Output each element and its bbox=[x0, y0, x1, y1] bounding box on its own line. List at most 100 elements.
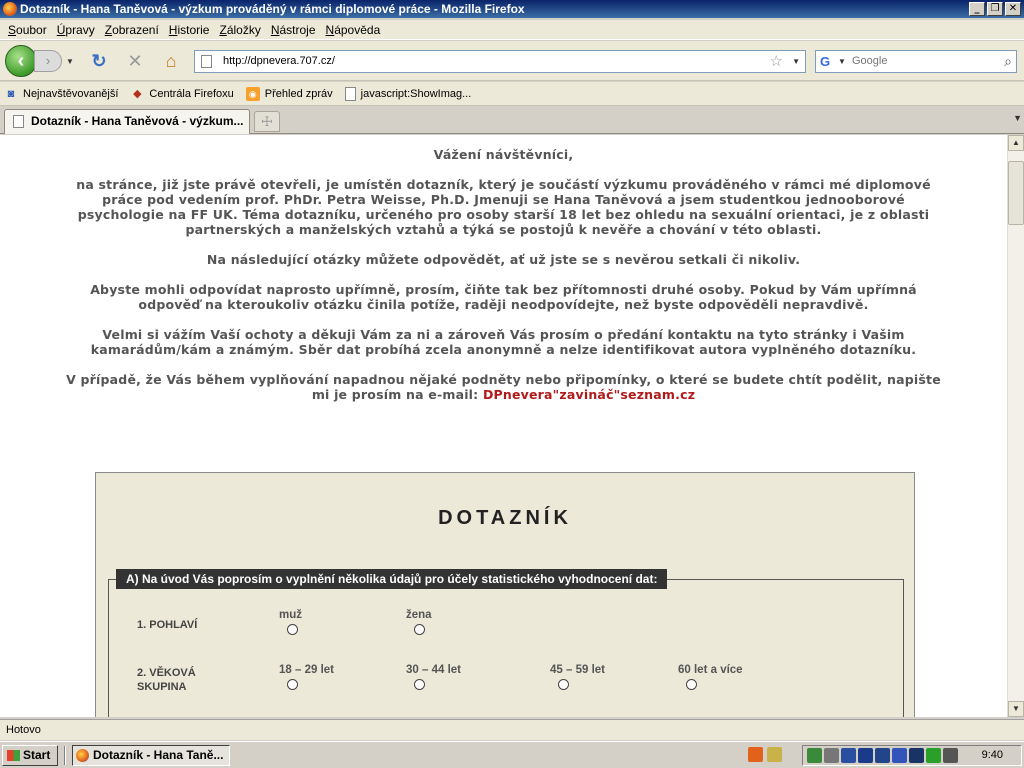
google-icon[interactable]: G bbox=[820, 54, 836, 70]
radio-zena[interactable] bbox=[414, 624, 425, 635]
page-content: Vážení návštěvníci, na stránce, již jste… bbox=[0, 135, 1007, 717]
network-icon[interactable] bbox=[807, 748, 822, 763]
bookmark-firefox-central[interactable]: ◆ Centrála Firefoxu bbox=[130, 87, 234, 101]
task-label: Dotazník - Hana Taně... bbox=[93, 748, 224, 762]
bookmark-star-icon[interactable]: ☆ bbox=[770, 51, 783, 72]
scroll-down-button[interactable]: ▼ bbox=[1008, 701, 1024, 717]
intro-paragraph-4: Velmi si vážím Vaší ochoty a děkuji Vám … bbox=[90, 327, 917, 357]
back-button[interactable]: ‹ bbox=[5, 45, 37, 77]
bookmark-label: Nejnavštěvovanější bbox=[23, 87, 119, 100]
display-icon[interactable] bbox=[858, 748, 873, 763]
shield-icon[interactable] bbox=[909, 748, 924, 763]
scroll-thumb[interactable] bbox=[1008, 161, 1024, 225]
option-30-44: 30 – 44 let bbox=[406, 664, 461, 690]
option-label: žena bbox=[406, 609, 432, 621]
radio-muz[interactable] bbox=[287, 624, 298, 635]
menu-historie[interactable]: Historie bbox=[164, 23, 215, 37]
bookmark-javascript[interactable]: javascript:ShowImag... bbox=[344, 86, 472, 101]
section-a-fieldset: A) Na úvod Vás poprosím o vyplnění někol… bbox=[108, 569, 904, 717]
option-label: 18 – 29 let bbox=[279, 664, 334, 676]
stop-icon[interactable]: ✕ bbox=[124, 50, 146, 72]
option-18-29: 18 – 29 let bbox=[279, 664, 334, 690]
tab-strip: Dotazník - Hana Taněvová - výzkum... ☩ ▼ bbox=[0, 107, 1024, 134]
menu-zalozky[interactable]: Záložky bbox=[214, 23, 265, 37]
url-text: http://dpnevera.707.cz/ bbox=[223, 55, 335, 67]
search-input[interactable]: G ▼ Google ⌕ bbox=[815, 50, 1017, 73]
page-icon bbox=[201, 55, 212, 68]
menu-soubor[interactable]: Soubor bbox=[3, 23, 52, 37]
tab-dotaznik[interactable]: Dotazník - Hana Taněvová - výzkum... bbox=[4, 109, 250, 134]
menu-zobrazeni[interactable]: Zobrazení bbox=[100, 23, 164, 37]
form-title: DOTAZNÍK bbox=[438, 507, 572, 529]
firefox-icon bbox=[3, 2, 17, 16]
taskbar-firefox-window[interactable]: Dotazník - Hana Taně... bbox=[72, 745, 230, 766]
maximize-button[interactable]: ❐ bbox=[987, 2, 1003, 16]
new-tab-button[interactable]: ☩ bbox=[254, 111, 280, 132]
firefox-quicklaunch-icon[interactable] bbox=[748, 747, 763, 762]
window-title: Dotazník - Hana Taněvová - výzkum provád… bbox=[20, 2, 525, 16]
section-a-legend: A) Na úvod Vás poprosím o vyplnění někol… bbox=[116, 569, 668, 589]
vertical-scrollbar[interactable]: ▲ ▼ bbox=[1007, 135, 1024, 717]
questionnaire-form: DOTAZNÍK A) Na úvod Vás poprosím o vypln… bbox=[95, 472, 915, 717]
status-bar: Hotovo bbox=[0, 719, 1024, 740]
menu-napoveda[interactable]: Nápověda bbox=[321, 23, 386, 37]
page-icon bbox=[13, 115, 24, 128]
question-2-label: 2. VĚKOVÁ SKUPINA bbox=[137, 666, 196, 694]
tab-list-dropdown-icon[interactable]: ▼ bbox=[1013, 113, 1022, 123]
most-visited-icon: ◙ bbox=[7, 87, 15, 100]
clock: 9:40 bbox=[981, 749, 1003, 761]
url-bar[interactable]: http://dpnevera.707.cz/ ☆ ▼ bbox=[194, 50, 806, 73]
antivirus-icon[interactable] bbox=[841, 748, 856, 763]
tab-label: Dotazník - Hana Taněvová - výzkum... bbox=[31, 114, 244, 128]
intro-text: Vážení návštěvníci, na stránce, již jste… bbox=[60, 147, 947, 417]
question-1-label: 1. POHLAVÍ bbox=[137, 619, 198, 631]
forward-button[interactable]: › bbox=[34, 50, 62, 72]
bookmark-label: Přehled zpráv bbox=[264, 87, 333, 100]
menu-bar: Soubor Úpravy Zobrazení Historie Záložky… bbox=[0, 20, 1024, 40]
windows-logo-icon bbox=[7, 750, 20, 761]
option-45-59: 45 – 59 let bbox=[550, 664, 605, 690]
page-icon bbox=[344, 86, 356, 101]
menu-upravy[interactable]: Úpravy bbox=[52, 23, 100, 37]
bluetooth-icon[interactable] bbox=[892, 748, 907, 763]
window-controls: _ ❐ ✕ bbox=[969, 2, 1021, 16]
menu-nastroje[interactable]: Nástroje bbox=[266, 23, 321, 37]
radio-60-plus[interactable] bbox=[686, 679, 697, 690]
radio-18-29[interactable] bbox=[287, 679, 298, 690]
greeting: Vážení návštěvníci, bbox=[433, 147, 574, 162]
url-dropdown-icon[interactable]: ▼ bbox=[792, 51, 800, 72]
bookmark-news[interactable]: ◉ Přehled zpráv bbox=[245, 86, 333, 101]
reload-icon[interactable]: ↻ bbox=[88, 50, 110, 72]
quick-launch bbox=[748, 747, 782, 762]
cs-icon[interactable] bbox=[875, 748, 890, 763]
option-60-plus: 60 let a více bbox=[678, 664, 743, 690]
scroll-up-button[interactable]: ▲ bbox=[1008, 135, 1024, 151]
taskbar: Start Dotazník - Hana Taně... 9:40 bbox=[0, 741, 1024, 768]
radio-45-59[interactable] bbox=[558, 679, 569, 690]
system-tray: 9:40 bbox=[802, 745, 1022, 766]
bookmark-label: javascript:ShowImag... bbox=[360, 87, 472, 100]
intro-paragraph-5: V případě, že Vás během vyplňování napad… bbox=[60, 372, 947, 402]
bookmark-most-visited[interactable]: ◙ Nejnavštěvovanější bbox=[4, 87, 119, 101]
volume-icon[interactable] bbox=[824, 748, 839, 763]
option-label: 60 let a více bbox=[678, 664, 743, 676]
play-icon[interactable] bbox=[926, 748, 941, 763]
rss-icon: ◉ bbox=[245, 86, 260, 101]
intro-paragraph-1: na stránce, již jste právě otevřeli, je … bbox=[76, 177, 931, 237]
history-dropdown-icon[interactable]: ▼ bbox=[66, 57, 74, 66]
search-icon[interactable]: ⌕ bbox=[1004, 51, 1012, 72]
close-button[interactable]: ✕ bbox=[1005, 2, 1021, 16]
start-button[interactable]: Start bbox=[2, 745, 58, 766]
minimize-button[interactable]: _ bbox=[969, 2, 985, 16]
search-engine-dropdown-icon[interactable]: ▼ bbox=[838, 51, 846, 72]
printer-icon[interactable] bbox=[943, 748, 958, 763]
home-icon[interactable]: ⌂ bbox=[160, 50, 182, 72]
firefox-central-icon: ◆ bbox=[133, 87, 142, 100]
option-label: 30 – 44 let bbox=[406, 664, 461, 676]
bookmark-label: Centrála Firefoxu bbox=[149, 87, 234, 100]
email-link[interactable]: DPnevera"zavináč"seznam.cz bbox=[483, 387, 695, 402]
folder-quicklaunch-icon[interactable] bbox=[767, 747, 782, 762]
navigation-toolbar: ‹ › ▼ ↻ ✕ ⌂ http://dpnevera.707.cz/ ☆ ▼ … bbox=[0, 41, 1024, 81]
radio-30-44[interactable] bbox=[414, 679, 425, 690]
bookmarks-toolbar: ◙ Nejnavštěvovanější ◆ Centrála Firefoxu… bbox=[0, 82, 1024, 106]
